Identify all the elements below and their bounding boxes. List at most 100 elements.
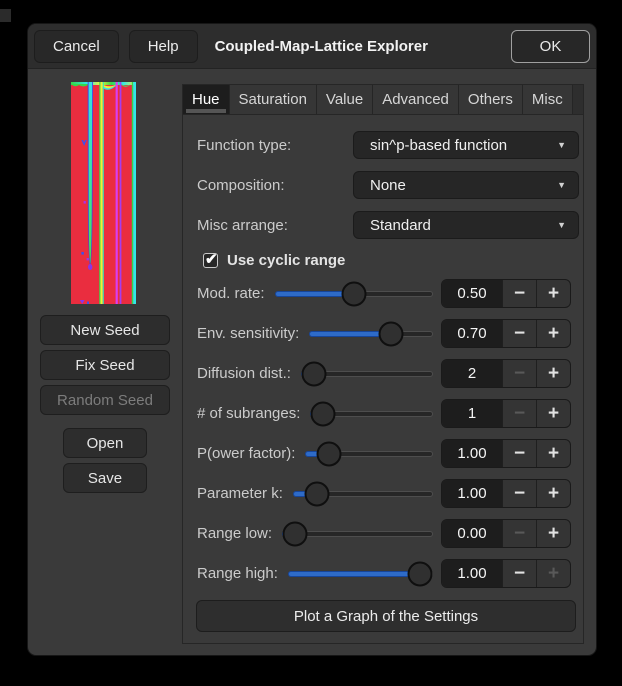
- power-factor-label: P(ower factor):: [197, 445, 295, 462]
- mod-rate-value[interactable]: 0.50: [442, 280, 502, 307]
- num-subranges-row: # of subranges: 1 − +: [197, 399, 571, 428]
- titlebar: Cancel Help Coupled-Map-Lattice Explorer…: [28, 24, 596, 69]
- plus-button[interactable]: +: [536, 320, 570, 347]
- range-high-label: Range high:: [197, 565, 278, 582]
- plus-button[interactable]: +: [536, 480, 570, 507]
- range-low-spinbox: 0.00 − +: [441, 519, 571, 548]
- minus-button[interactable]: −: [502, 400, 536, 427]
- save-button[interactable]: Save: [63, 463, 147, 493]
- minus-button[interactable]: −: [502, 320, 536, 347]
- tab-others[interactable]: Others: [459, 85, 523, 114]
- plus-button[interactable]: +: [536, 520, 570, 547]
- help-button[interactable]: Help: [129, 30, 198, 63]
- power-factor-row: P(ower factor): 1.00 − +: [197, 439, 571, 468]
- use-cyclic-range-label: Use cyclic range: [227, 252, 345, 269]
- random-seed-button: Random Seed: [40, 385, 170, 415]
- plot-graph-button[interactable]: Plot a Graph of the Settings: [196, 600, 576, 632]
- function-type-dropdown[interactable]: sin^p-based function ▼: [353, 131, 579, 159]
- open-button[interactable]: Open: [63, 428, 147, 458]
- ok-button[interactable]: OK: [511, 30, 590, 63]
- tab-misc[interactable]: Misc: [523, 85, 573, 114]
- range-high-spinbox: 1.00 − +: [441, 559, 571, 588]
- plus-button[interactable]: +: [536, 400, 570, 427]
- parameter-k-label: Parameter k:: [197, 485, 283, 502]
- minus-button[interactable]: −: [502, 480, 536, 507]
- parameter-k-row: Parameter k: 1.00 − +: [197, 479, 571, 508]
- diffusion-dist-label: Diffusion dist.:: [197, 365, 291, 382]
- env-sensitivity-spinbox: 0.70 − +: [441, 319, 571, 348]
- slider-handle[interactable]: [311, 401, 336, 426]
- num-subranges-slider[interactable]: [310, 399, 433, 428]
- range-high-row: Range high: 1.00 − +: [197, 559, 571, 588]
- plus-button[interactable]: +: [536, 280, 570, 307]
- diffusion-dist-slider[interactable]: [301, 359, 433, 388]
- composition-dropdown[interactable]: None ▼: [353, 171, 579, 199]
- range-high-slider[interactable]: [288, 559, 433, 588]
- cml-explorer-dialog: Cancel Help Coupled-Map-Lattice Explorer…: [27, 23, 597, 656]
- window-title: Coupled-Map-Lattice Explorer: [215, 38, 428, 55]
- slider-handle[interactable]: [378, 321, 403, 346]
- tab-strip-filler: [573, 85, 583, 114]
- tab-hue[interactable]: Hue: [183, 85, 230, 114]
- function-type-value: sin^p-based function: [370, 137, 557, 154]
- use-cyclic-range-row: ✔ Use cyclic range: [203, 252, 345, 268]
- slider-handle[interactable]: [305, 481, 330, 506]
- preview-image[interactable]: [71, 82, 136, 304]
- composition-value: None: [370, 177, 557, 194]
- mod-rate-slider[interactable]: [275, 279, 433, 308]
- tab-strip: Hue Saturation Value Advanced Others Mis…: [182, 84, 584, 114]
- function-type-label: Function type:: [197, 137, 291, 154]
- range-high-value[interactable]: 1.00: [442, 560, 502, 587]
- slider-handle[interactable]: [341, 281, 366, 306]
- mod-rate-spinbox: 0.50 − +: [441, 279, 571, 308]
- chevron-down-icon: ▼: [557, 140, 566, 150]
- minus-button[interactable]: −: [502, 280, 536, 307]
- tab-saturation[interactable]: Saturation: [230, 85, 317, 114]
- fix-seed-button[interactable]: Fix Seed: [40, 350, 170, 380]
- mod-rate-label: Mod. rate:: [197, 285, 265, 302]
- diffusion-dist-spinbox: 2 − +: [441, 359, 571, 388]
- num-subranges-value[interactable]: 1: [442, 400, 502, 427]
- plus-button[interactable]: +: [536, 440, 570, 467]
- plus-button[interactable]: +: [536, 560, 570, 587]
- function-type-row: Function type: sin^p-based function ▼: [197, 131, 571, 159]
- misc-arrange-value: Standard: [370, 217, 557, 234]
- composition-row: Composition: None ▼: [197, 171, 571, 199]
- chevron-down-icon: ▼: [557, 220, 566, 230]
- diffusion-dist-value[interactable]: 2: [442, 360, 502, 387]
- cancel-button[interactable]: Cancel: [34, 30, 119, 63]
- minus-button[interactable]: −: [502, 560, 536, 587]
- tab-advanced[interactable]: Advanced: [373, 85, 459, 114]
- background-window-fragment: [0, 9, 11, 22]
- screenshot-background: Cancel Help Coupled-Map-Lattice Explorer…: [0, 0, 622, 686]
- mod-rate-row: Mod. rate: 0.50 − +: [197, 279, 571, 308]
- parameter-k-spinbox: 1.00 − +: [441, 479, 571, 508]
- range-low-slider[interactable]: [282, 519, 433, 548]
- misc-arrange-label: Misc arrange:: [197, 217, 288, 234]
- new-seed-button[interactable]: New Seed: [40, 315, 170, 345]
- diffusion-dist-row: Diffusion dist.: 2 − +: [197, 359, 571, 388]
- parameter-k-slider[interactable]: [293, 479, 433, 508]
- env-sensitivity-slider[interactable]: [309, 319, 433, 348]
- composition-label: Composition:: [197, 177, 285, 194]
- env-sensitivity-value[interactable]: 0.70: [442, 320, 502, 347]
- power-factor-value[interactable]: 1.00: [442, 440, 502, 467]
- parameter-k-value[interactable]: 1.00: [442, 480, 502, 507]
- slider-handle[interactable]: [301, 361, 326, 386]
- tab-value[interactable]: Value: [317, 85, 373, 114]
- settings-notebook: Hue Saturation Value Advanced Others Mis…: [182, 84, 584, 644]
- plus-button[interactable]: +: [536, 360, 570, 387]
- misc-arrange-dropdown[interactable]: Standard ▼: [353, 211, 579, 239]
- slider-handle[interactable]: [316, 441, 341, 466]
- minus-button[interactable]: −: [502, 520, 536, 547]
- slider-handle[interactable]: [408, 561, 433, 586]
- misc-arrange-row: Misc arrange: Standard ▼: [197, 211, 571, 239]
- slider-handle[interactable]: [283, 521, 308, 546]
- minus-button[interactable]: −: [502, 440, 536, 467]
- range-low-row: Range low: 0.00 − +: [197, 519, 571, 548]
- power-factor-slider[interactable]: [305, 439, 433, 468]
- use-cyclic-range-checkbox[interactable]: ✔: [203, 253, 218, 268]
- check-icon: ✔: [205, 250, 218, 268]
- minus-button[interactable]: −: [502, 360, 536, 387]
- range-low-value[interactable]: 0.00: [442, 520, 502, 547]
